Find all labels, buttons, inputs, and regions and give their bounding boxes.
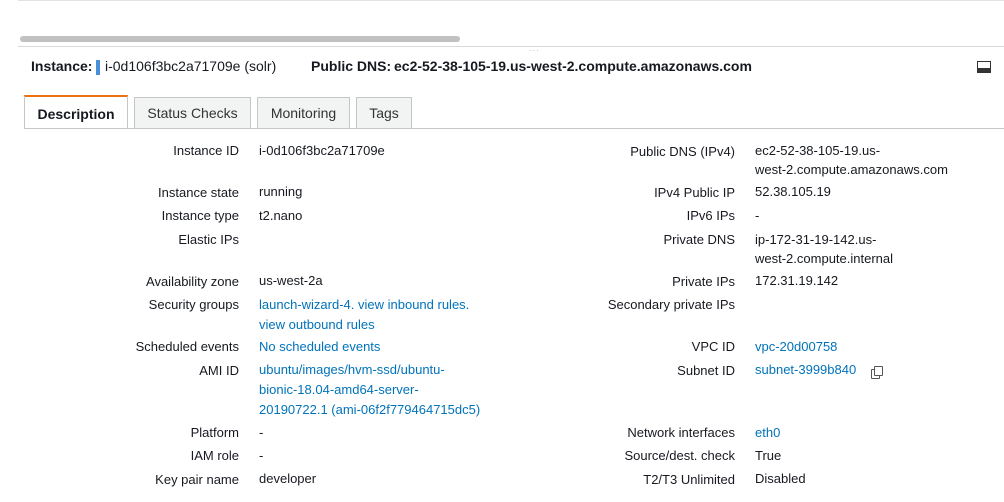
scrollbar-thumb[interactable] (20, 36, 460, 42)
label-availability-zone: Availability zone (146, 274, 239, 289)
panel-toggle-icon[interactable] (977, 61, 991, 73)
value-source-dest-check: True (755, 448, 782, 463)
tabs-baseline (24, 128, 1004, 129)
value-instance-state: running (259, 184, 303, 199)
ami-id-link-line3[interactable]: 20190722.1 (ami-06f2f779464715dc5) (259, 402, 480, 417)
value-t2t3-unlimited: Disabled (755, 471, 806, 486)
label-instance-type: Instance type (161, 208, 239, 223)
value-ami-id-line1: ubuntu/images/hvm-ssd/ubuntu- (259, 360, 445, 380)
label-elastic-ips: Elastic IPs (178, 232, 239, 247)
tab-tags[interactable]: Tags (356, 97, 412, 128)
value-vpc-id: vpc-20d00758 (755, 337, 837, 357)
top-area (0, 0, 1004, 46)
value-private-dns-line2: west-2.compute.internal (755, 251, 894, 266)
label-vpc-id: VPC ID (691, 339, 735, 354)
public-dns-summary: ec2-52-38-105-19.us-west-2.compute.amazo… (394, 58, 752, 74)
label-key-pair: Key pair name (155, 472, 239, 487)
top-border (18, 0, 1004, 1)
value-subnet-id: subnet-3999b840 (755, 360, 856, 380)
label-private-dns: Private DNS (663, 232, 735, 247)
copy-icon[interactable] (871, 366, 883, 379)
value-instance-id: i-0d106f3bc2a71709e (259, 143, 385, 158)
view-outbound-rules-link[interactable]: view outbound rules (259, 317, 375, 332)
value-instance-type: t2.nano (259, 208, 303, 223)
value-ipv6-ips: - (755, 208, 760, 223)
value-key-pair: developer (259, 471, 317, 486)
label-instance-id: Instance ID (173, 143, 239, 158)
network-interface-link[interactable]: eth0 (755, 425, 780, 440)
value-ami-id-line3: 20190722.1 (ami-06f2f779464715dc5) (259, 400, 480, 420)
label-ipv6-ips: IPv6 IPs (686, 208, 735, 223)
label-network-interfaces: Network interfaces (627, 425, 735, 440)
tab-description[interactable]: Description (24, 95, 128, 129)
label-source-dest-check: Source/dest. check (624, 448, 735, 463)
value-security-groups: launch-wizard-4. view inbound rules. (259, 295, 469, 315)
selection-marker (96, 60, 100, 75)
scheduled-events-link[interactable]: No scheduled events (259, 339, 380, 354)
value-public-dns-line2: west-2.compute.amazonaws.com (755, 162, 948, 177)
instance-label: Instance: (31, 58, 93, 74)
panel-divider (18, 46, 1004, 47)
value-ami-id-line2: bionic-18.04-amd64-server- (259, 380, 419, 400)
public-dns-label: Public DNS: (311, 58, 392, 74)
label-instance-state: Instance state (158, 185, 239, 200)
tab-monitoring[interactable]: Monitoring (257, 97, 350, 128)
view-inbound-rules-link[interactable]: view inbound rules. (358, 297, 469, 312)
label-private-ips: Private IPs (672, 274, 735, 289)
vpc-id-link[interactable]: vpc-20d00758 (755, 339, 837, 354)
value-public-dns-line1: ec2-52-38-105-19.us- (755, 143, 881, 158)
label-scheduled-events: Scheduled events (135, 339, 239, 354)
tab-status-checks[interactable]: Status Checks (134, 97, 251, 128)
label-secondary-private-ips: Secondary private IPs (607, 297, 735, 312)
label-ipv4-public-ip: IPv4 Public IP (654, 185, 735, 200)
horizontal-scrollbar[interactable] (18, 32, 1004, 46)
label-ami-id: AMI ID (199, 363, 239, 378)
value-private-dns-line1: ip-172-31-19-142.us- (755, 232, 877, 247)
value-security-groups-line2: view outbound rules (259, 315, 375, 335)
ami-id-link-line2[interactable]: bionic-18.04-amd64-server- (259, 382, 419, 397)
value-network-interfaces: eth0 (755, 423, 780, 443)
security-group-link[interactable]: launch-wizard-4. (259, 297, 354, 312)
value-platform: - (259, 425, 264, 440)
resize-handle[interactable]: ··· (529, 47, 540, 55)
value-scheduled-events: No scheduled events (259, 337, 380, 357)
label-public-dns: Public DNS (IPv4) (630, 144, 735, 159)
value-ipv4-public-ip: 52.38.105.19 (755, 184, 831, 199)
value-availability-zone: us-west-2a (259, 273, 323, 288)
value-iam-role: - (259, 448, 264, 463)
label-iam-role: IAM role (190, 448, 239, 463)
instance-id-summary: i-0d106f3bc2a71709e (solr) (105, 58, 277, 74)
label-subnet-id: Subnet ID (677, 363, 735, 378)
label-t2t3-unlimited: T2/T3 Unlimited (643, 472, 735, 487)
value-private-ips: 172.31.19.142 (755, 273, 839, 288)
label-platform: Platform (190, 425, 239, 440)
ami-id-link-line1[interactable]: ubuntu/images/hvm-ssd/ubuntu- (259, 362, 445, 377)
subnet-id-link[interactable]: subnet-3999b840 (755, 362, 856, 377)
label-security-groups: Security groups (148, 297, 239, 312)
